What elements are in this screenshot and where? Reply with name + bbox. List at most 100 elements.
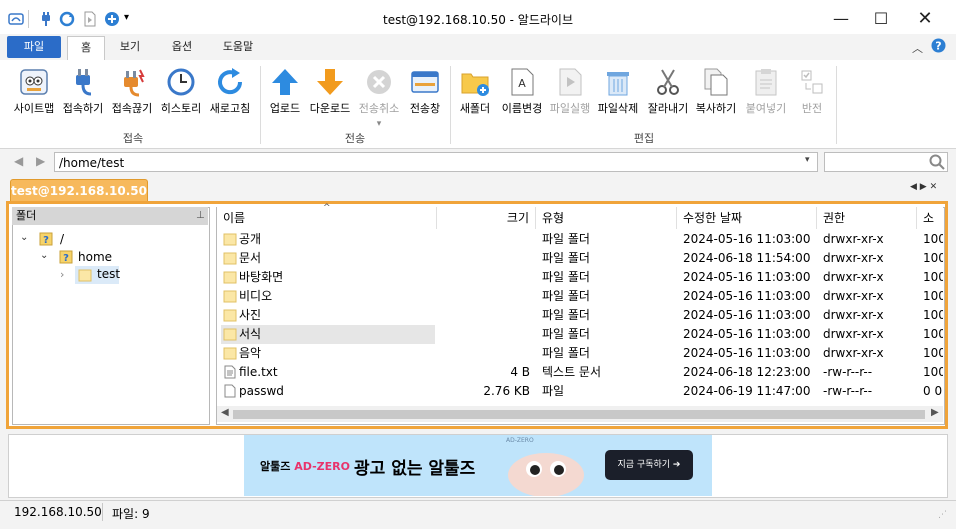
pin-icon[interactable]: ⊥ — [196, 210, 205, 221]
history-button[interactable]: 히스토리 — [158, 64, 204, 126]
table-row[interactable]: 비디오 파일 폴더 2024-05-16 11:03:00 drwxr-xr-x 100 — [217, 287, 943, 306]
copy-icon — [704, 68, 728, 96]
folder-icon — [223, 232, 237, 246]
upload-label: 업로드 — [269, 102, 301, 115]
svg-text:?: ? — [63, 253, 69, 264]
cut-button[interactable]: 잘라내기 — [644, 64, 692, 126]
cell-size: 4 B — [510, 365, 530, 379]
column-header-size[interactable]: 크기 — [437, 207, 536, 229]
table-row[interactable]: 사진 파일 폴더 2024-05-16 11:03:00 drwxr-xr-x 100 — [217, 306, 943, 325]
folder-icon — [78, 268, 92, 285]
tree-item-test[interactable]: test — [97, 265, 120, 284]
transfer-window-icon — [411, 71, 439, 93]
tab-nav-icons[interactable]: ◀ ▶ ✕ — [910, 182, 937, 192]
new-folder-button[interactable]: 새폴더 — [454, 64, 496, 126]
cell-name: passwd — [239, 384, 284, 398]
tree-collapse-icon[interactable]: › — [60, 268, 64, 281]
tab-help[interactable]: 도움말 — [216, 36, 260, 58]
tree-item-root[interactable]: / — [60, 230, 64, 249]
connect-label: 접속하기 — [62, 102, 104, 115]
ad-banner[interactable]: 알툴즈 AD-ZERO 광고 없는 알툴즈 AD-ZERO 지금 구독하기 ➔ — [244, 435, 712, 499]
cell-name: 비디오 — [239, 289, 273, 303]
cell-type: 파일 폴더 — [542, 346, 590, 360]
cell-size — [437, 230, 530, 249]
cell-owner: 100 — [923, 289, 943, 303]
disconnect-button[interactable]: 접속끊기 — [108, 64, 156, 126]
column-header-type[interactable]: 유형 — [536, 207, 677, 229]
cell-owner: 100 — [923, 365, 943, 379]
close-button[interactable]: ✕ — [902, 0, 948, 38]
cell-permission: -rw-r--r-- — [823, 384, 873, 398]
tab-file[interactable]: 파일 — [7, 36, 61, 58]
refresh-button[interactable]: 새로고침 — [206, 64, 254, 126]
column-header-permission[interactable]: 권한 — [817, 207, 917, 229]
tree-expand-icon[interactable]: ⌄ — [20, 232, 28, 243]
cell-name: 사진 — [239, 308, 262, 322]
forward-arrow-icon[interactable]: ▶ — [36, 154, 45, 168]
path-input[interactable]: /home/test — [54, 152, 818, 172]
tab-view[interactable]: 보기 — [112, 36, 148, 58]
cancel-transfer-label: 전송취소 — [358, 102, 400, 115]
scroll-right-icon[interactable]: ▶ — [931, 407, 939, 418]
cell-owner: 100 — [923, 232, 943, 246]
table-row[interactable]: 서식 파일 폴더 2024-05-16 11:03:00 drwxr-xr-x 100 — [217, 325, 943, 344]
status-host: 192.168.10.50 — [14, 505, 102, 519]
cell-permission: drwxr-xr-x — [823, 346, 884, 360]
sitemap-button[interactable]: 사이트맵 — [10, 64, 58, 126]
connect-button[interactable]: 접속하기 — [60, 64, 106, 126]
column-header-owner[interactable]: 소유 — [917, 207, 943, 229]
cell-modified: 2024-05-16 11:03:00 — [683, 270, 811, 284]
paste-icon — [755, 69, 777, 96]
table-row[interactable]: passwd 2.76 KB 파일 2024-06-19 11:47:00 -rw-r-… — [217, 382, 943, 401]
help-icon[interactable]: ? — [931, 38, 946, 56]
download-arrow-icon — [317, 69, 343, 95]
tree-expand-icon[interactable]: ⌄ — [40, 250, 48, 261]
table-row[interactable]: 문서 파일 폴더 2024-06-18 11:54:00 drwxr-xr-x 100 — [217, 249, 943, 268]
mascot-image — [504, 441, 588, 499]
ad-headline: 광고 없는 알툴즈 — [354, 459, 476, 479]
table-row[interactable]: 공개 파일 폴더 2024-05-16 11:03:00 drwxr-xr-x 100 — [217, 230, 943, 249]
run-file-button[interactable]: 파일실행 — [546, 64, 594, 126]
refresh-label: 새로고침 — [209, 102, 251, 115]
folder-icon — [223, 251, 237, 265]
disconnect-label: 접속끊기 — [111, 102, 153, 115]
cell-modified: 2024-05-16 11:03:00 — [683, 232, 811, 246]
table-row[interactable]: file.txt 4 B 텍스트 문서 2024-06-18 12:23:00 -rw-… — [217, 363, 943, 382]
copy-button[interactable]: 복사하기 — [692, 64, 740, 126]
scroll-left-icon[interactable]: ◀ — [221, 407, 229, 418]
cell-owner: 100 — [923, 270, 943, 284]
upload-button[interactable]: 업로드 — [264, 64, 306, 126]
cancel-transfer-button[interactable]: 전송취소 ▾ — [354, 64, 404, 129]
invert-button[interactable]: 반전 — [794, 64, 830, 126]
folder-icon — [223, 346, 237, 360]
cell-modified: 2024-06-19 11:47:00 — [683, 384, 811, 398]
rename-button[interactable]: A 이름변경 — [498, 64, 546, 126]
transfer-window-button[interactable]: 전송창 — [404, 64, 446, 126]
collapse-ribbon-icon[interactable]: ︿ — [912, 40, 923, 56]
download-button[interactable]: 다운로드 — [306, 64, 354, 126]
tab-home[interactable]: 홈 — [67, 36, 105, 61]
table-row[interactable]: 음악 파일 폴더 2024-05-16 11:03:00 drwxr-xr-x 100 — [217, 344, 943, 363]
maximize-button[interactable]: ☐ — [858, 0, 904, 38]
path-dropdown-icon[interactable]: ▾ — [805, 155, 810, 165]
table-row[interactable]: 바탕화면 파일 폴더 2024-05-16 11:03:00 drwxr-xr-x 10… — [217, 268, 943, 287]
rename-icon: A — [511, 68, 534, 96]
cell-permission: drwxr-xr-x — [823, 308, 884, 322]
cell-permission: drwxr-xr-x — [823, 327, 884, 341]
paste-button[interactable]: 붙여넣기 — [740, 64, 792, 126]
svg-text:A: A — [518, 77, 526, 90]
scrollbar-thumb[interactable] — [233, 410, 925, 419]
column-header-modified[interactable]: 수정한 날짜 — [677, 207, 817, 229]
tab-options[interactable]: 옵션 — [164, 36, 200, 58]
group-connect-label: 접속 — [122, 132, 144, 145]
cell-size — [437, 306, 530, 325]
resize-grip-icon[interactable]: ⋰ — [938, 510, 947, 520]
back-arrow-icon[interactable]: ◀ — [14, 154, 23, 168]
cell-name: file.txt — [239, 365, 278, 379]
cell-type: 파일 폴더 — [542, 270, 590, 284]
delete-file-button[interactable]: 파일삭제 — [594, 64, 642, 126]
search-icon[interactable] — [929, 154, 945, 173]
cell-size — [437, 268, 530, 287]
session-tab[interactable]: test@192.168.10.50 — [10, 179, 148, 202]
ad-subscribe-button[interactable]: 지금 구독하기 ➔ — [605, 450, 693, 480]
